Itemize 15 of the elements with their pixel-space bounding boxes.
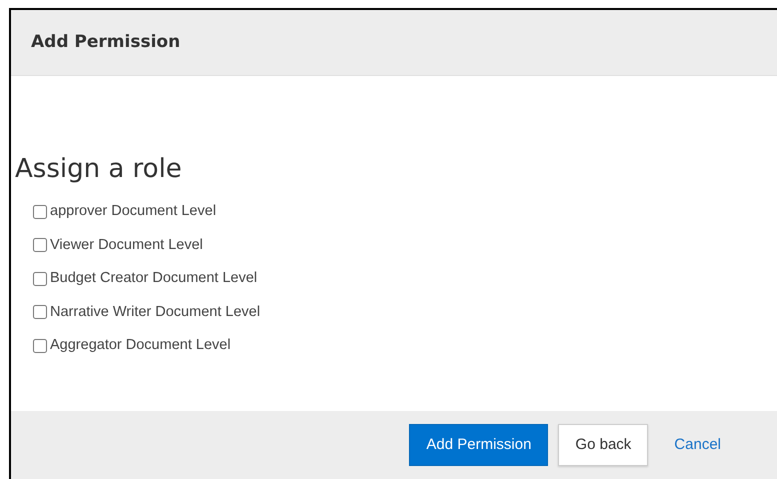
role-checkbox[interactable] xyxy=(33,338,47,353)
role-label: Budget Creator Document Level xyxy=(50,269,258,288)
role-checkbox[interactable] xyxy=(33,305,47,320)
add-permission-button[interactable]: Add Permission xyxy=(409,424,548,466)
role-label: approver Document Level xyxy=(50,202,216,222)
role-checkbox[interactable] xyxy=(33,204,47,219)
cancel-link[interactable]: Cancel xyxy=(658,424,737,466)
section-heading: Assign a role xyxy=(15,154,183,186)
role-checkbox[interactable] xyxy=(33,238,47,252)
role-label: Aggregator Document Level xyxy=(50,336,231,356)
role-label: Viewer Document Level xyxy=(50,236,203,255)
dialog-title: Add Permission xyxy=(31,32,180,53)
go-back-button[interactable]: Go back xyxy=(558,424,648,466)
role-label: Narrative Writer Document Level xyxy=(50,302,260,322)
role-checkbox[interactable] xyxy=(33,272,47,286)
